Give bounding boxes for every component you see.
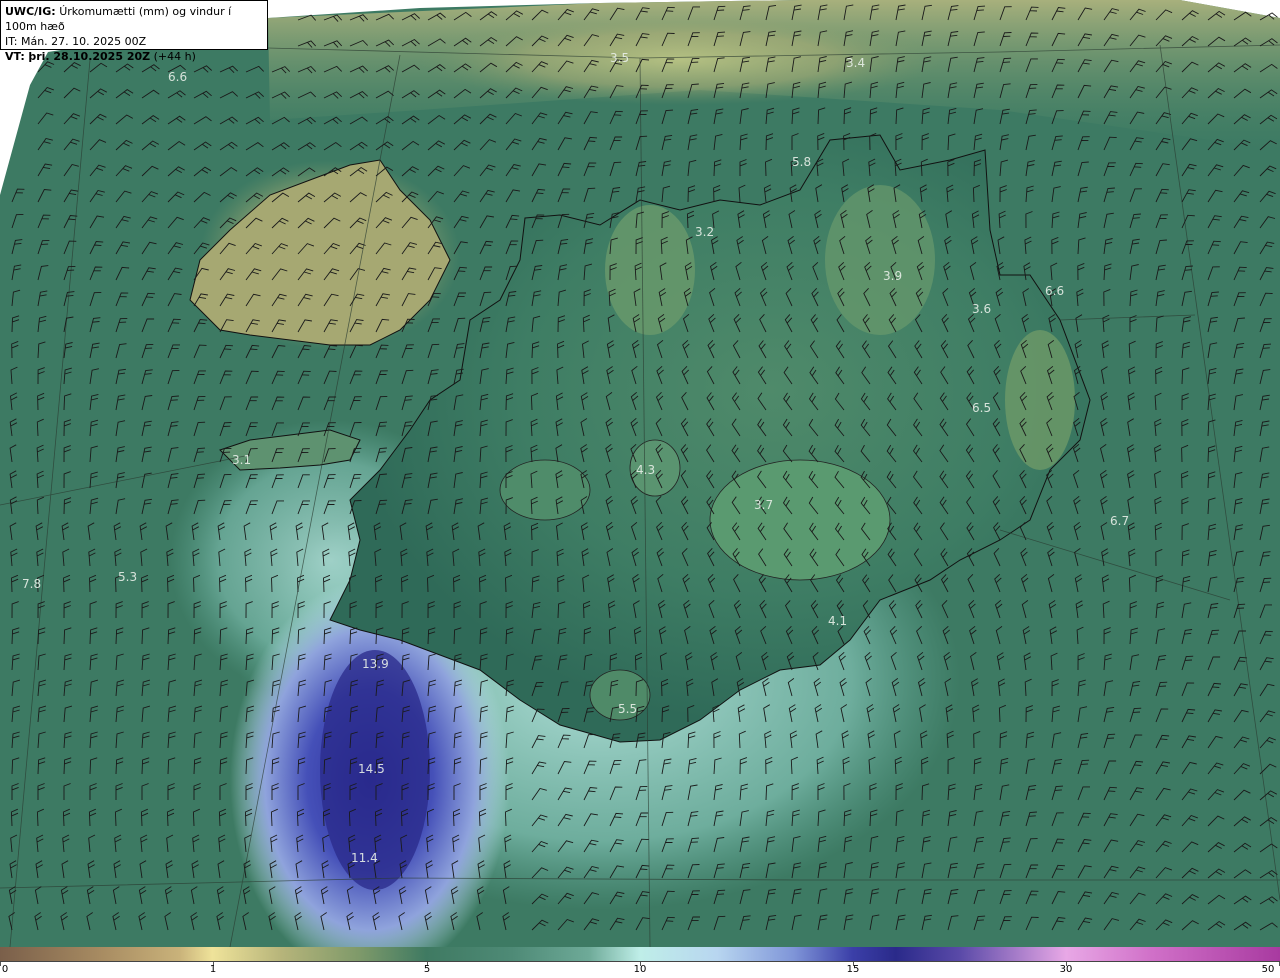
header-line-title: UWC/IG: Úrkomumætti (mm) og vindur í 100…	[5, 4, 263, 34]
value-label: 14.5	[358, 762, 385, 776]
langjokull-highland	[499, 459, 591, 521]
value-label: 6.6	[1045, 284, 1064, 298]
value-label: 3.4	[846, 56, 865, 70]
value-label: 13.9	[362, 657, 389, 671]
value-label: 5.8	[792, 155, 811, 169]
value-label: 3.1	[232, 453, 251, 467]
initial-time: IT: Mán. 27. 10. 2025 00Z	[5, 35, 147, 48]
valid-offset: (+44 h)	[153, 50, 196, 63]
colorbar-legend: 0 1 5 10 15 30 50	[0, 947, 1280, 978]
north-highland-2	[825, 185, 935, 335]
value-label: 7.8	[22, 577, 41, 591]
colorbar-tick-label: 30	[1059, 964, 1073, 975]
value-label: 4.1	[828, 614, 847, 628]
model-name: UWC/IG:	[5, 5, 56, 18]
header-line-valid: VT: þri. 28.10.2025 20Z (+44 h)	[5, 49, 263, 64]
value-label: 6.7	[1110, 514, 1129, 528]
value-label: 3.5	[610, 51, 629, 65]
east-highland	[1005, 330, 1075, 470]
colorbar-tick-label: 5	[423, 964, 431, 975]
value-label: 11.4	[351, 851, 378, 865]
colorbar-tick-label: 15	[846, 964, 860, 975]
weather-map: 3.5 3.4 6.6 5.8 3.2 3.9 6.6 3.6 6.5 3.1 …	[0, 0, 1280, 947]
colorbar-tick-label: 0	[1, 964, 9, 975]
valid-time: þri. 28.10.2025 20Z	[28, 50, 151, 63]
colorbar-gradient	[0, 947, 1280, 962]
value-label: 4.3	[636, 463, 655, 477]
value-label: 5.3	[118, 570, 137, 584]
value-label: 3.2	[695, 225, 714, 239]
value-label: 3.7	[754, 498, 773, 512]
colorbar-tick-label: 1	[209, 964, 217, 975]
colorbar-tick-label: 10	[633, 964, 647, 975]
vatnajokull-highland	[709, 459, 891, 581]
value-label: 5.5	[618, 702, 637, 716]
value-label: 6.6	[168, 70, 187, 84]
map-header: UWC/IG: Úrkomumætti (mm) og vindur í 100…	[0, 0, 268, 63]
value-label: 3.9	[883, 269, 902, 283]
valid-prefix: VT:	[5, 50, 25, 63]
value-label: 6.5	[972, 401, 991, 415]
value-label: 3.6	[972, 302, 991, 316]
colorbar-tick-label: 50	[1261, 964, 1275, 975]
north-highland-1	[605, 205, 695, 335]
